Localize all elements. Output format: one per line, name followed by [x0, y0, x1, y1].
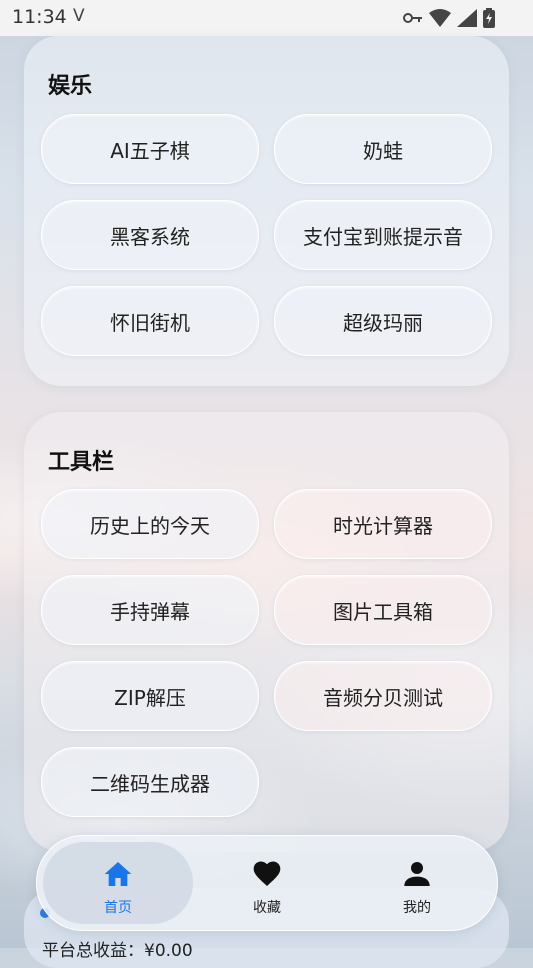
audio-decibel-button[interactable]: 音频分贝测试	[274, 661, 492, 731]
bottom-tab-bar: 首页 收藏 我的	[36, 835, 498, 931]
battery-icon	[483, 8, 495, 28]
signal-icon	[457, 9, 477, 27]
tools-title: 工具栏	[48, 450, 115, 475]
handheld-barrage-button[interactable]: 手持弹幕	[41, 575, 259, 645]
super-mario-button[interactable]: 超级玛丽	[274, 286, 492, 356]
hacker-system-button[interactable]: 黑客系统	[41, 200, 259, 270]
zip-extract-button[interactable]: ZIP解压	[41, 661, 259, 731]
status-time: 11:34	[12, 6, 67, 28]
status-bar: 11:34 V	[0, 0, 533, 36]
wifi-icon	[429, 9, 451, 27]
image-toolbox-button[interactable]: 图片工具箱	[274, 575, 492, 645]
tab-favorites[interactable]: 收藏	[192, 842, 342, 924]
tab-favorites-label: 收藏	[253, 900, 281, 916]
entertainment-card: 娱乐 AI五子棋 奶蛙 黑客系统 支付宝到账提示音 怀旧街机 超级玛丽	[24, 36, 509, 386]
person-icon	[404, 862, 430, 886]
status-v-icon: V	[73, 6, 85, 26]
tab-profile[interactable]: 我的	[342, 842, 492, 924]
qrcode-generator-button[interactable]: 二维码生成器	[41, 747, 259, 817]
earnings-text: 平台总收益：¥0.00	[42, 941, 193, 961]
tab-home[interactable]: 首页	[43, 842, 193, 924]
home-icon	[104, 862, 132, 886]
history-today-button[interactable]: 历史上的今天	[41, 489, 259, 559]
tab-profile-label: 我的	[403, 900, 431, 916]
alipay-sound-button[interactable]: 支付宝到账提示音	[274, 200, 492, 270]
key-icon	[403, 13, 422, 23]
status-icons	[403, 8, 495, 28]
tab-home-label: 首页	[104, 900, 132, 916]
tools-card: 工具栏 历史上的今天 时光计算器 手持弹幕 图片工具箱 ZIP解压 音频分贝测试…	[24, 412, 509, 852]
gomoku-button[interactable]: AI五子棋	[41, 114, 259, 184]
entertainment-title: 娱乐	[48, 74, 93, 99]
time-calculator-button[interactable]: 时光计算器	[274, 489, 492, 559]
frog-button[interactable]: 奶蛙	[274, 114, 492, 184]
retro-arcade-button[interactable]: 怀旧街机	[41, 286, 259, 356]
heart-icon	[253, 861, 281, 886]
